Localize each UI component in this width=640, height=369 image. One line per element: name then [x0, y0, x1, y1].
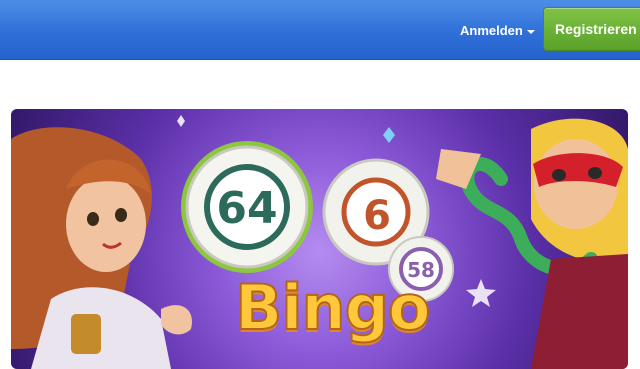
ball-number-64: 64: [216, 183, 277, 234]
bingo-logo: Bingo: [234, 271, 432, 344]
top-navigation-bar: Anmelden Registrieren: [0, 0, 640, 60]
login-dropdown[interactable]: Anmelden: [460, 23, 535, 38]
female-pirate-character: [11, 127, 192, 369]
login-label: Anmelden: [460, 23, 523, 38]
caret-down-icon: [526, 29, 535, 34]
register-button[interactable]: Registrieren: [543, 7, 640, 51]
bingo-promo-banner[interactable]: 64 6 58 Bingo: [11, 109, 628, 369]
ball-number-6: 6: [363, 193, 391, 239]
masked-hero-character: [436, 118, 628, 369]
